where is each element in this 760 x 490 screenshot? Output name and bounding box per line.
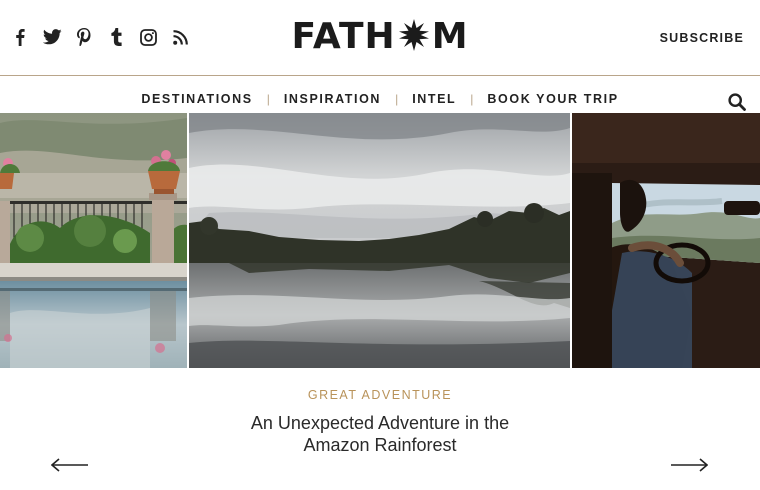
nav-item-inspiration[interactable]: INSPIRATION: [284, 92, 381, 106]
carousel-image-road-trip[interactable]: [572, 113, 760, 368]
feature-title[interactable]: An Unexpected Adventure in the Amazon Ra…: [230, 412, 530, 456]
arrow-right-icon[interactable]: [670, 458, 708, 472]
nav-separator: |: [395, 92, 399, 106]
nav-item-intel[interactable]: INTEL: [412, 92, 456, 106]
arrow-left-icon[interactable]: [51, 458, 89, 472]
feature-category[interactable]: GREAT ADVENTURE: [0, 388, 760, 402]
main-nav: DESTINATIONS | INSPIRATION | INTEL | BOO…: [0, 92, 760, 106]
search-icon[interactable]: [728, 93, 746, 111]
logo-text-end: M: [431, 16, 469, 57]
nav-separator: |: [470, 92, 474, 106]
logo-star-icon: [398, 19, 429, 51]
site-header: FATH M SUBSCRIBE: [0, 0, 760, 76]
site-logo[interactable]: FATH M: [0, 16, 760, 58]
carousel-image-amazon-river[interactable]: [189, 113, 570, 368]
nav-item-destinations[interactable]: DESTINATIONS: [141, 92, 252, 106]
carousel-image-pool[interactable]: [0, 113, 187, 368]
subscribe-link[interactable]: SUBSCRIBE: [660, 31, 744, 45]
nav-separator: |: [266, 92, 270, 106]
feature-carousel: [0, 113, 760, 368]
nav-item-book-your-trip[interactable]: BOOK YOUR TRIP: [487, 92, 618, 106]
logo-text-start: FATH: [291, 16, 396, 57]
